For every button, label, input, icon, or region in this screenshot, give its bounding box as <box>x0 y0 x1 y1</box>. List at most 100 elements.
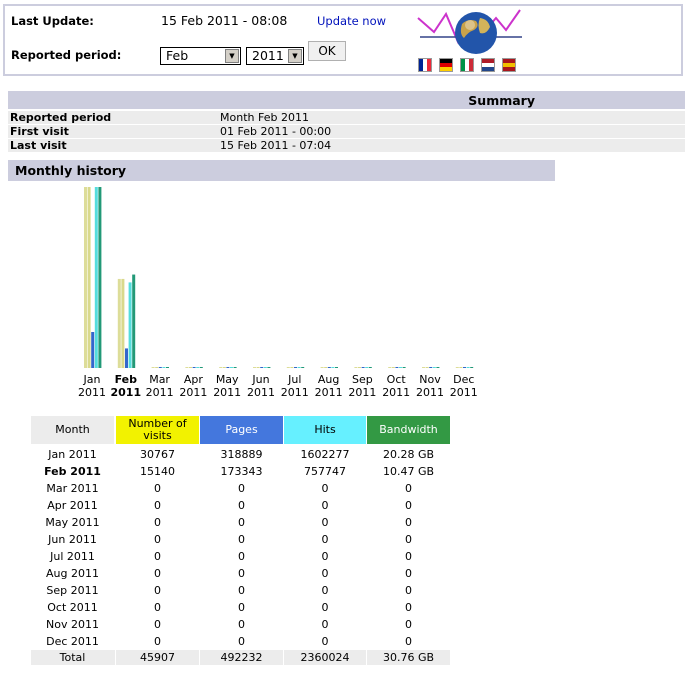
chart-tick-year: 2011 <box>348 386 377 399</box>
table-cell-bandwidth: 0 <box>405 516 412 529</box>
table-cell-visits: 0 <box>154 601 161 614</box>
chart-bar-visitors-apr <box>185 367 189 368</box>
month-select[interactable]: Feb ▼ <box>160 47 241 65</box>
table-cell-pages: 0 <box>238 482 245 495</box>
table-cell-visits: 0 <box>154 584 161 597</box>
chart-bar-visits-may <box>222 367 226 368</box>
chart-bar-pages-feb <box>125 348 128 368</box>
table-cell-hits: 757747 <box>304 465 346 478</box>
awstats-globe-logo <box>417 9 522 54</box>
table-cell-hits: 1602277 <box>300 448 350 461</box>
flag-italy-icon[interactable] <box>460 58 474 72</box>
chart-bar-pages-mar <box>158 367 162 368</box>
table-cell-pages: 0 <box>238 584 245 597</box>
chart-bar-bandwidth-mar <box>166 367 169 368</box>
table-cell-hits: 0 <box>321 601 329 614</box>
table-cell-bandwidth: 10.47 GB <box>382 465 435 478</box>
chart-bar-visits-sep <box>358 367 361 368</box>
chart-bar-visits-feb <box>121 278 125 368</box>
last-update-value: 15 Feb 2011 - 08:08 <box>161 13 288 28</box>
summary-row-label: Last visit <box>10 139 67 152</box>
table-cell-month: Sep 2011 <box>46 584 99 597</box>
chart-month-label: Nov 2011 <box>411 373 449 399</box>
monthly-history-chart <box>84 187 474 368</box>
chevron-down-icon[interactable]: ▼ <box>288 49 302 63</box>
chart-tick-year: 2011 <box>382 386 411 399</box>
table-cell-visits: 0 <box>154 516 161 529</box>
chart-month-label: Aug 2011 <box>310 373 348 399</box>
flag-france-icon[interactable] <box>418 58 432 72</box>
table-cell-month: Nov 2011 <box>46 618 99 631</box>
table-cell-month: Aug 2011 <box>46 567 99 580</box>
table-cell-pages: 0 <box>238 550 245 563</box>
chart-bar-visits-jan <box>87 187 91 368</box>
total-cell-bandwidth: 30.76 GB <box>382 651 435 664</box>
chart-bar-pages-sep <box>361 367 365 368</box>
chart-bar-visits-mar <box>155 367 159 368</box>
chart-bar-visits-nov <box>425 367 429 368</box>
chart-bar-hits-jan <box>94 187 98 368</box>
table-cell-month: Feb 2011 <box>44 465 101 478</box>
chart-tick-year: 2011 <box>314 386 343 399</box>
year-select-value: 2011 <box>252 48 284 63</box>
chart-bar-bandwidth-jun <box>267 367 271 368</box>
table-cell-pages: 173343 <box>220 465 263 478</box>
chart-bar-bandwidth-nov <box>436 367 440 368</box>
chart-bar-hits-dec <box>466 367 470 368</box>
chart-tick-year: 2011 <box>416 386 444 399</box>
table-cell-pages: 0 <box>238 499 245 512</box>
chart-tick-year: 2011 <box>145 386 174 399</box>
chart-bar-visits-aug <box>324 367 328 368</box>
monthly-history-title: Monthly history <box>15 163 127 178</box>
table-cell-bandwidth: 0 <box>405 601 412 614</box>
total-cell-pages: 492232 <box>220 651 263 664</box>
chart-bar-visitors-mar <box>151 367 155 368</box>
chart-bar-pages-jan <box>91 332 95 368</box>
chart-bar-pages-nov <box>429 367 433 368</box>
flag-germany-icon[interactable] <box>439 58 453 72</box>
ok-button[interactable]: OK <box>308 41 346 61</box>
chart-tick-month: Apr <box>183 373 203 386</box>
table-cell-month: Mar 2011 <box>46 482 99 495</box>
last-update-label: Last Update: <box>11 14 94 28</box>
chart-bar-pages-jun <box>260 367 264 368</box>
table-cell-visits: 15140 <box>140 465 175 478</box>
chart-tick-month: Feb <box>114 373 137 386</box>
chart-tick-month: May <box>215 373 239 386</box>
table-cell-bandwidth: 20.28 GB <box>382 448 435 461</box>
chart-month-label: Jun 2011 <box>242 373 280 399</box>
table-cell-hits: 0 <box>321 482 329 495</box>
summary-row-value: 01 Feb 2011 - 00:00 <box>220 125 332 138</box>
chart-bar-visitors-oct <box>388 367 392 368</box>
chart-bar-bandwidth-dec <box>470 367 474 368</box>
chevron-down-icon[interactable]: ▼ <box>225 49 239 63</box>
chart-tick-month: Jan <box>83 373 101 386</box>
chart-month-label: Jan 2011 <box>73 373 111 399</box>
table-cell-bandwidth: 0 <box>405 567 412 580</box>
flag-spain-icon[interactable] <box>502 58 516 72</box>
table-cell-month: Oct 2011 <box>47 601 98 614</box>
table-cell-month: May 2011 <box>45 516 100 529</box>
chart-bar-hits-feb <box>128 282 132 368</box>
chart-tick-year: 2011 <box>449 386 478 399</box>
chart-bar-visitors-feb <box>117 278 121 368</box>
table-cell-hits: 0 <box>321 533 329 546</box>
chart-bar-bandwidth-feb <box>132 274 136 368</box>
chart-bar-hits-jun <box>263 367 267 368</box>
monthly-history-header: Monthly history <box>8 160 555 181</box>
chart-bar-pages-apr <box>192 367 196 368</box>
table-cell-pages: 0 <box>238 601 245 614</box>
flag-netherlands-icon[interactable] <box>481 58 495 72</box>
chart-bar-visits-oct <box>391 367 395 368</box>
column-header-visits: Number of visits <box>116 416 199 444</box>
table-cell-visits: 0 <box>154 618 161 631</box>
update-now-link[interactable]: Update now <box>317 14 386 28</box>
column-header-month: Month <box>31 416 114 444</box>
chart-bar-visitors-sep <box>354 367 358 368</box>
chart-tick-year: 2011 <box>110 386 142 399</box>
table-cell-visits: 0 <box>154 550 161 563</box>
chart-bar-visitors-aug <box>320 367 324 368</box>
year-select[interactable]: 2011 ▼ <box>246 47 304 65</box>
table-cell-month: Dec 2011 <box>46 635 99 648</box>
chart-bar-visitors-nov <box>422 367 425 368</box>
